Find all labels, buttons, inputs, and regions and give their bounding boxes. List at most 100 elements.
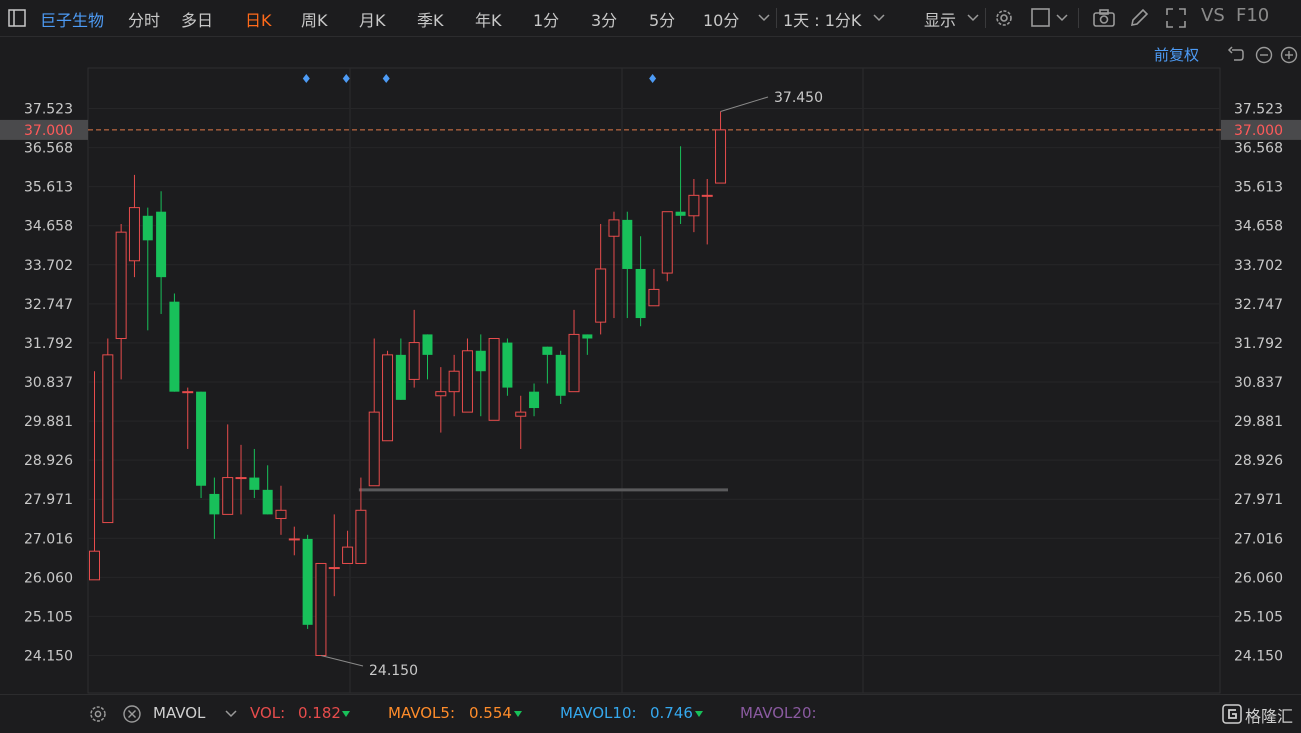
candle-body <box>315 562 327 656</box>
price-tick-label-right: 30.837 <box>1234 375 1283 391</box>
price-tick-label-left: 33.702 <box>24 258 73 274</box>
camera-icon[interactable] <box>1092 7 1116 29</box>
candle-body <box>382 354 394 442</box>
candle-body <box>89 550 100 581</box>
candle-body <box>102 354 114 524</box>
candle-body <box>582 334 593 339</box>
current-price-label-left: 37.000 <box>24 123 73 139</box>
price-tick-label-left: 31.792 <box>24 336 73 352</box>
event-marker-icon <box>302 74 310 83</box>
vol-value: 0.182 <box>298 704 341 722</box>
period-select[interactable]: 1天 : 1分K <box>783 7 861 31</box>
sidebar-toggle-icon[interactable] <box>8 9 26 27</box>
tab-4[interactable]: 周K <box>301 7 328 31</box>
divider <box>776 8 777 28</box>
price-tick-label-left: 28.926 <box>24 453 73 469</box>
tab-7[interactable]: 年K <box>475 7 502 31</box>
candle-body <box>169 301 180 392</box>
price-tick-label-right: 35.613 <box>1234 180 1283 196</box>
price-tick-label-right: 32.747 <box>1234 297 1283 313</box>
tab-5[interactable]: 月K <box>359 7 386 31</box>
price-tick-label-left: 27.016 <box>24 531 73 547</box>
tab-8[interactable]: 1分 <box>533 7 559 31</box>
arrow-down-icon <box>695 711 703 717</box>
price-tick-label-right: 29.881 <box>1234 414 1283 430</box>
price-tick-label-left: 29.881 <box>24 414 73 430</box>
mavol20-label: MAVOL20: <box>740 704 817 722</box>
candle-body <box>701 194 713 197</box>
candle-body <box>128 207 140 262</box>
high-annotation-line <box>720 96 769 112</box>
candle-body <box>568 333 580 393</box>
brand-name: 格隆汇 <box>1245 707 1294 726</box>
candle-body <box>288 538 300 541</box>
candle-body <box>196 391 207 486</box>
stock-name[interactable]: 巨子生物 <box>40 7 104 31</box>
price-tick-label-right: 34.658 <box>1234 219 1283 235</box>
tab-11[interactable]: 10分 <box>703 7 739 31</box>
candle-body <box>635 268 646 319</box>
candle-body <box>275 509 287 519</box>
indicator-select[interactable]: MAVOL <box>153 704 205 722</box>
toolbar: 巨子生物 分时 多日 日K 周K 月K 季K 年K 1分 3分 5分 10分 1天 : 1分K 显示… <box>0 0 1301 37</box>
candle-body <box>475 350 486 372</box>
tab-9[interactable]: 3分 <box>591 7 617 31</box>
price-tick-label-right: 27.971 <box>1234 492 1283 508</box>
chevron-down-icon[interactable] <box>225 709 237 719</box>
chevron-down-icon[interactable] <box>967 13 979 23</box>
candle-body <box>249 477 260 490</box>
price-tick-label-right: 36.568 <box>1234 141 1283 157</box>
chevron-down-icon[interactable] <box>758 13 770 23</box>
tab-6[interactable]: 季K <box>417 7 444 31</box>
candle-body <box>235 477 247 480</box>
f10-button[interactable]: F10 <box>1236 5 1269 26</box>
pencil-icon[interactable] <box>1128 7 1150 29</box>
candle-body <box>302 538 313 625</box>
divider <box>1078 8 1079 28</box>
tab-10[interactable]: 5分 <box>649 7 675 31</box>
price-tick-label-right: 26.060 <box>1234 570 1283 586</box>
candle-body <box>448 370 460 393</box>
display-menu[interactable]: 显示 <box>924 7 956 31</box>
candle-body <box>115 231 127 339</box>
price-tick-label-left: 27.971 <box>24 492 73 508</box>
price-tick-label-left: 24.150 <box>24 649 73 665</box>
candle-body <box>529 391 540 409</box>
candle-body <box>422 334 433 355</box>
tab-3[interactable]: 日K <box>245 7 272 31</box>
candle-body <box>182 391 194 394</box>
candle-body <box>328 567 340 570</box>
arrow-down-icon <box>342 711 350 717</box>
vs-button[interactable]: VS <box>1201 5 1225 26</box>
candle-body <box>542 346 553 355</box>
price-tick-label-left: 25.105 <box>24 609 73 625</box>
candle-body <box>622 219 633 269</box>
close-icon[interactable] <box>122 704 142 724</box>
candle-body <box>515 411 527 417</box>
divider <box>985 8 986 28</box>
gear-icon[interactable] <box>993 7 1015 29</box>
fullscreen-icon[interactable] <box>1165 7 1187 29</box>
tab-1[interactable]: 分时 <box>128 7 160 31</box>
candle-body <box>262 489 273 515</box>
low-annotation-label: 24.150 <box>369 663 418 679</box>
arrow-down-icon <box>514 711 522 717</box>
chevron-down-icon[interactable] <box>873 13 885 23</box>
price-tick-label-right: 27.016 <box>1234 531 1283 547</box>
price-tick-label-left: 36.568 <box>24 141 73 157</box>
gear-icon[interactable] <box>88 704 108 724</box>
price-tick-label-left: 34.658 <box>24 219 73 235</box>
tab-2[interactable]: 多日 <box>181 7 213 31</box>
price-tick-label-right: 28.926 <box>1234 453 1283 469</box>
candle-body <box>342 546 354 564</box>
kline-chart[interactable]: 37.523 37.523 36.568 36.568 35.613 35.613 34.6… <box>0 36 1301 694</box>
chevron-down-icon[interactable] <box>1056 13 1068 23</box>
color-square-icon[interactable] <box>1030 7 1052 29</box>
low-annotation-line <box>320 655 364 667</box>
candle-body <box>222 477 234 515</box>
event-marker-icon <box>342 74 350 83</box>
price-tick-label-right: 31.792 <box>1234 336 1283 352</box>
price-tick-label-left: 26.060 <box>24 570 73 586</box>
candle-body <box>648 288 660 307</box>
candle-body <box>595 268 607 323</box>
